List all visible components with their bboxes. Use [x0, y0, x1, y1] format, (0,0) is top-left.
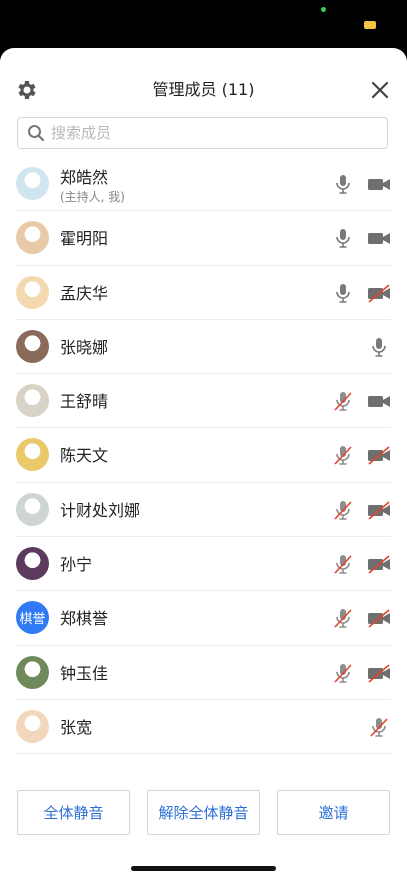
search-input[interactable] [49, 123, 353, 143]
camera-off-icon[interactable] [367, 282, 391, 304]
search-box[interactable] [17, 117, 388, 149]
avatar: 棋誉 [16, 601, 49, 635]
mic-muted-icon[interactable] [332, 499, 354, 521]
member-name: 孙宁 [60, 555, 93, 575]
camera-icon[interactable] [367, 227, 391, 249]
camera-indicator-dot [321, 7, 326, 12]
avatar [16, 329, 49, 363]
camera-off-icon[interactable] [367, 662, 391, 684]
member-name: 郑皓然 [60, 168, 109, 187]
manage-members-sheet: 管理成员 (11) 郑皓然 (主持人, 我) 霍明阳孟庆华张晓娜王舒晴陈天文计财处刘… [0, 48, 407, 880]
camera-icon[interactable] [367, 390, 391, 412]
invite-button[interactable]: 邀请 [277, 790, 390, 835]
status-bar [0, 0, 407, 48]
camera-off-icon[interactable] [367, 499, 391, 521]
member-name: 张宽 [60, 717, 93, 737]
camera-icon[interactable] [367, 173, 391, 195]
member-name: 孟庆华 [60, 283, 109, 303]
member-name: 王舒晴 [60, 392, 109, 412]
avatar [16, 221, 49, 255]
member-role: (主持人, 我) [60, 190, 125, 204]
member-name: 陈天文 [60, 446, 109, 466]
battery-icon [364, 21, 376, 29]
avatar [16, 438, 49, 472]
page-title: 管理成员 (11) [152, 80, 255, 99]
avatar [16, 655, 49, 689]
member-name: 钟玉佳 [60, 663, 109, 683]
avatar [16, 547, 49, 581]
mic-icon[interactable] [332, 173, 354, 195]
member-row[interactable]: 张晓娜 [16, 320, 391, 375]
member-name: 郑棋誉 [60, 609, 109, 629]
camera-off-icon[interactable] [367, 607, 391, 629]
member-row[interactable]: 陈天文 [16, 428, 391, 483]
avatar [16, 167, 49, 200]
member-row[interactable]: 棋誉 郑棋誉 [16, 591, 391, 646]
mic-icon[interactable] [332, 282, 354, 304]
mic-muted-icon[interactable] [332, 662, 354, 684]
avatar [16, 492, 49, 526]
member-name: 计财处刘娜 [60, 500, 141, 520]
avatar [16, 275, 49, 309]
mic-icon[interactable] [332, 227, 354, 249]
home-indicator [131, 866, 276, 871]
member-row[interactable]: 孟庆华 [16, 266, 391, 320]
member-name: 张晓娜 [60, 337, 109, 357]
mic-muted-icon[interactable] [332, 553, 354, 575]
mic-muted-icon[interactable] [332, 390, 354, 412]
member-list: 郑皓然 (主持人, 我) 霍明阳孟庆华张晓娜王舒晴陈天文计财处刘娜孙宁棋誉 郑棋誉钟玉… [0, 157, 407, 755]
avatar [16, 709, 49, 743]
member-name: 霍明阳 [60, 229, 109, 249]
member-row[interactable]: 张宽 [16, 700, 391, 755]
member-row[interactable]: 霍明阳 [16, 211, 391, 266]
search-icon [28, 125, 45, 142]
member-row[interactable]: 计财处刘娜 [16, 483, 391, 538]
member-row[interactable]: 王舒晴 [16, 374, 391, 429]
footer-actions: 全体静音 解除全体静音 邀请 [17, 790, 390, 836]
mic-muted-icon[interactable] [332, 607, 354, 629]
camera-off-icon[interactable] [367, 444, 391, 466]
member-row[interactable]: 郑皓然 (主持人, 我) [16, 157, 391, 212]
member-row[interactable]: 钟玉佳 [16, 646, 391, 700]
camera-off-icon[interactable] [367, 553, 391, 575]
member-row[interactable]: 孙宁 [16, 537, 391, 592]
unmute-all-button[interactable]: 解除全体静音 [147, 790, 260, 835]
mic-icon[interactable] [368, 336, 390, 358]
mic-muted-icon[interactable] [332, 444, 354, 466]
close-icon[interactable] [369, 79, 391, 101]
mute-all-button[interactable]: 全体静音 [17, 790, 130, 835]
avatar [16, 384, 49, 418]
mic-muted-icon[interactable] [368, 716, 390, 738]
